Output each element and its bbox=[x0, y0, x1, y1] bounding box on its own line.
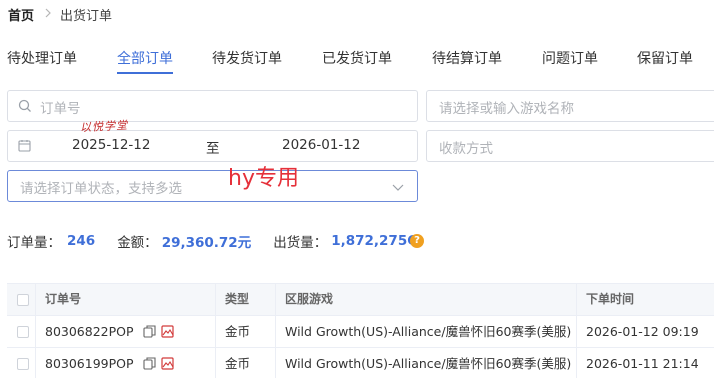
server-game: Wild Growth(US)-Alliance/魔兽怀旧60赛季(美服) bbox=[285, 356, 572, 371]
orders-table: 订单号 类型 区服游戏 下单时间 80306822POP 金币 Wild Gro… bbox=[7, 283, 714, 378]
order-status-placeholder: 请选择订单状态，支持多选 bbox=[20, 181, 182, 197]
quantity-label: 出货量： bbox=[273, 235, 328, 251]
copy-icon[interactable] bbox=[143, 357, 156, 370]
tab-to-ship[interactable]: 待发货订单 bbox=[212, 48, 282, 68]
calendar-icon bbox=[18, 139, 31, 152]
image-icon[interactable] bbox=[161, 325, 174, 338]
payment-method-placeholder: 收款方式 bbox=[439, 141, 493, 157]
game-select-placeholder: 请选择或输入游戏名称 bbox=[439, 101, 574, 117]
table-header: 订单号 类型 区服游戏 下单时间 bbox=[7, 284, 714, 316]
row-checkbox[interactable] bbox=[17, 358, 29, 370]
copy-icon[interactable] bbox=[143, 325, 156, 338]
tab-shipped[interactable]: 已发货订单 bbox=[322, 48, 392, 68]
order-type: 金币 bbox=[225, 356, 251, 371]
chevron-down-icon bbox=[392, 181, 405, 194]
image-icon[interactable] bbox=[161, 357, 174, 370]
order-count-label: 订单量： bbox=[7, 235, 61, 251]
search-icon bbox=[18, 99, 31, 112]
order-type: 金币 bbox=[225, 324, 251, 339]
overlay-watermark: hy专用 bbox=[228, 166, 299, 191]
table-row[interactable]: 80306822POP 金币 Wild Growth(US)-Alliance/… bbox=[7, 316, 714, 348]
header-server-game: 区服游戏 bbox=[285, 292, 334, 306]
breadcrumb: 首页 出货订单 bbox=[8, 4, 112, 24]
date-end[interactable]: 2026-01-12 bbox=[282, 137, 360, 153]
order-status-select[interactable]: 请选择订单状态，支持多选 bbox=[7, 170, 418, 202]
date-separator: 至 bbox=[206, 141, 220, 157]
active-tab-indicator bbox=[117, 72, 173, 74]
tab-pending[interactable]: 待处理订单 bbox=[7, 48, 77, 68]
game-select[interactable]: 请选择或输入游戏名称 bbox=[426, 90, 714, 122]
order-number: 80306199POP bbox=[45, 356, 134, 371]
server-game: Wild Growth(US)-Alliance/魔兽怀旧60赛季(美服) bbox=[285, 324, 572, 339]
select-all-checkbox[interactable] bbox=[17, 294, 29, 306]
date-start[interactable]: 2025-12-12 bbox=[72, 137, 150, 153]
order-number: 80306822POP bbox=[45, 324, 134, 339]
help-icon[interactable]: ? bbox=[410, 234, 424, 248]
signature-watermark: 以悦学堂 bbox=[79, 118, 129, 135]
order-time: 2026-01-12 09:19 bbox=[586, 324, 699, 339]
header-order-no: 订单号 bbox=[45, 292, 82, 306]
breadcrumb-current: 出货订单 bbox=[60, 8, 113, 24]
order-number-placeholder: 订单号 bbox=[40, 101, 81, 117]
tab-to-settle[interactable]: 待结算订单 bbox=[432, 48, 502, 68]
table-row[interactable]: 80306199POP 金币 Wild Growth(US)-Alliance/… bbox=[7, 348, 714, 378]
breadcrumb-home[interactable]: 首页 bbox=[8, 5, 34, 24]
order-stats: 订单量： 246 金额： 29,360.72元 出货量： 1,872,275G bbox=[7, 232, 419, 251]
order-time: 2026-01-11 21:14 bbox=[586, 356, 699, 371]
order-count-value: 246 bbox=[67, 233, 96, 249]
header-order-time: 下单时间 bbox=[586, 292, 635, 306]
amount-value: 29,360.72元 bbox=[161, 235, 252, 251]
payment-method-select[interactable]: 收款方式 bbox=[426, 130, 714, 162]
tab-all[interactable]: 全部订单 bbox=[117, 48, 173, 68]
header-type: 类型 bbox=[225, 292, 250, 306]
order-tabs: 待处理订单 全部订单 待发货订单 已发货订单 待结算订单 问题订单 保留订单 bbox=[0, 44, 714, 78]
chevron-right-icon bbox=[44, 7, 52, 21]
quantity-value: 1,872,275G bbox=[331, 233, 419, 249]
amount-label: 金额： bbox=[117, 235, 158, 251]
tab-problem[interactable]: 问题订单 bbox=[542, 48, 598, 68]
tab-reserved[interactable]: 保留订单 bbox=[637, 48, 693, 68]
date-range-picker[interactable]: 2025-12-12 至 2026-01-12 bbox=[7, 130, 418, 162]
order-number-input[interactable]: 订单号 bbox=[7, 90, 418, 122]
row-checkbox[interactable] bbox=[17, 326, 29, 338]
